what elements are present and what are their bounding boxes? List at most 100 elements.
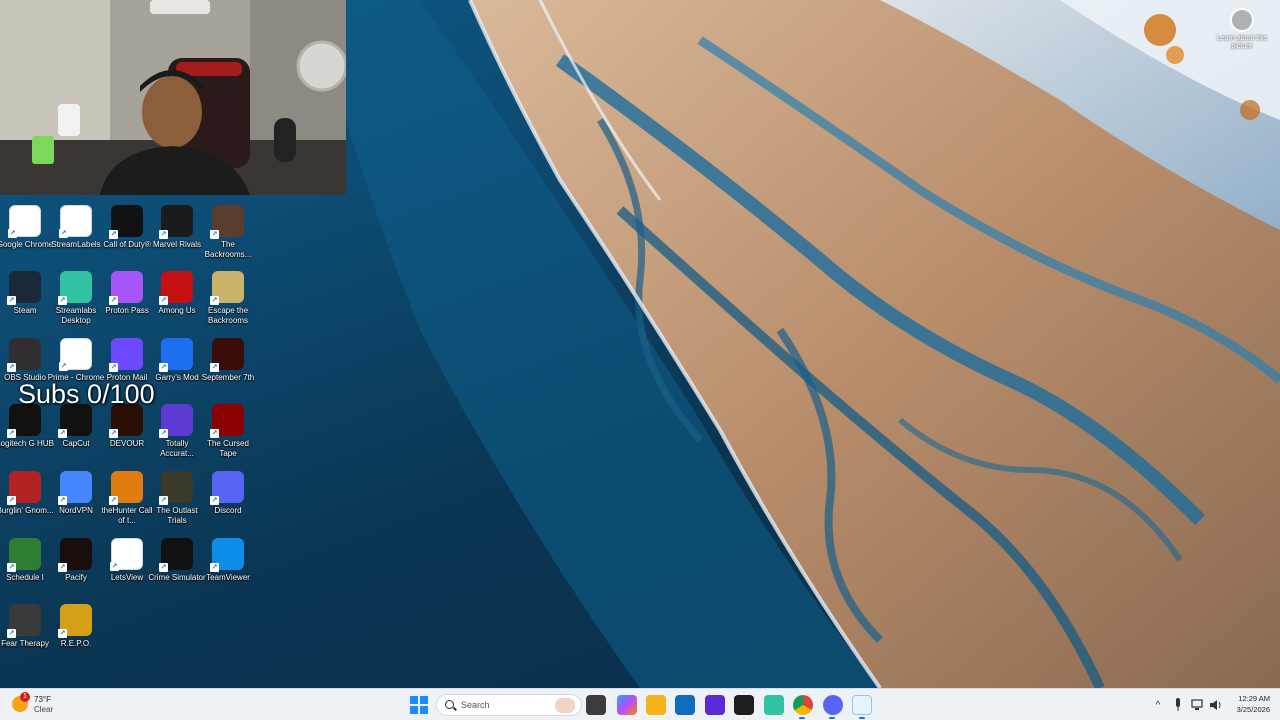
shortcut-arrow-icon: ↗ — [58, 429, 67, 438]
taskbar-clock[interactable]: 12:29 AM 3/25/2026 — [1226, 693, 1270, 715]
shortcut-arrow-icon: ↗ — [58, 629, 67, 638]
desktop-icon[interactable]: ↗ Escape the Backrooms — [203, 271, 253, 335]
fear-therapy-icon: ↗ — [7, 604, 41, 638]
desktop-icon[interactable]: ↗ Steam — [0, 271, 50, 335]
streamlabels-icon: ↗ — [59, 205, 92, 238]
webcam-scene — [0, 0, 346, 195]
desktop-icon-label: Pacify — [65, 573, 87, 582]
desktop-icon[interactable]: ↗ Pacify — [51, 538, 101, 602]
desktop-icon-label: R.E.P.O. — [60, 639, 92, 648]
desktop-icon-label: Crime Simulator — [148, 573, 206, 582]
desktop-icon[interactable]: ↗ Fear Therapy — [0, 604, 50, 668]
webcam-overlay — [0, 0, 346, 195]
shortcut-arrow-icon: ↗ — [7, 363, 16, 372]
terminal-icon[interactable] — [734, 695, 754, 715]
weather-widget[interactable]: 1 73°F Clear — [12, 692, 72, 716]
schedule-i-icon: ↗ — [7, 538, 41, 572]
start-button[interactable] — [409, 695, 429, 715]
crime-simulator-icon: ↗ — [159, 538, 193, 572]
desktop-icon[interactable]: ↗ Crime Simulator — [148, 538, 206, 602]
desktop-icon[interactable]: ↗ theHunter Call of t... — [101, 471, 153, 535]
september-7th-icon: ↗ — [210, 338, 244, 372]
microphone-icon[interactable] — [1168, 695, 1188, 715]
desktop-icon[interactable]: ↗ StreamLabels — [51, 205, 101, 269]
microsoft-store-icon[interactable] — [675, 695, 695, 715]
desktop-icon[interactable]: ↗ DEVOUR — [102, 404, 152, 468]
desktop-icon[interactable]: ↗ Streamlabs Desktop — [51, 271, 101, 335]
desktop-icon[interactable]: ↗ CapCut — [51, 404, 101, 468]
desktop-icon[interactable]: ↗ TeamViewer — [203, 538, 253, 602]
desktop-icon[interactable]: ↗ Marvel Rivals — [152, 205, 202, 269]
desktop-icon[interactable]: ↗ Among Us — [152, 271, 202, 335]
shortcut-arrow-icon: ↗ — [7, 429, 16, 438]
discord-icon: ↗ — [210, 471, 244, 505]
desktop-icon[interactable]: ↗ Logitech G HUB — [0, 404, 54, 468]
desktop-icon[interactable]: ↗ Discord — [203, 471, 253, 535]
copilot-icon[interactable] — [617, 695, 637, 715]
desktop-icon[interactable]: ↗ Call of Duty® — [102, 205, 152, 269]
desktop-icon[interactable]: ↗ Google Chrome — [0, 205, 53, 269]
proton-mail-icon: ↗ — [109, 338, 143, 372]
totally-accurate-icon: ↗ — [159, 404, 193, 438]
chrome-icon: ↗ — [59, 338, 92, 371]
desktop-icon-label: Marvel Rivals — [152, 240, 201, 249]
letsview-taskbar-icon[interactable] — [852, 695, 872, 715]
task-view-icon[interactable] — [586, 695, 606, 715]
shortcut-arrow-icon: ↗ — [109, 363, 118, 372]
desktop-icon-label: CapCut — [62, 439, 90, 448]
shortcut-arrow-icon: ↗ — [7, 629, 16, 638]
grid-app-icon[interactable] — [705, 695, 725, 715]
discord-active-indicator — [829, 717, 835, 719]
desktop-icon[interactable]: ↗ Burglin' Gnom... — [0, 471, 54, 535]
volume-icon[interactable] — [1206, 695, 1226, 715]
steam-icon: ↗ — [7, 271, 41, 305]
shortcut-arrow-icon: ↗ — [159, 563, 168, 572]
desktop-icon-label: Escape the Backrooms — [207, 306, 249, 325]
desktop-icon[interactable]: ↗ Proton Pass — [102, 271, 152, 335]
clock-date: 3/25/2026 — [1236, 705, 1270, 714]
desktop-icon[interactable]: ↗ LetsView — [102, 538, 152, 602]
desktop-icon[interactable]: ↗ Schedule I — [0, 538, 50, 602]
learn-about-icon — [1230, 8, 1254, 32]
taskbar-search-box[interactable]: Search — [436, 694, 582, 716]
streamlabs-desktop-icon: ↗ — [58, 271, 92, 305]
shortcut-arrow-icon: ↗ — [109, 429, 118, 438]
teamviewer-icon: ↗ — [210, 538, 244, 572]
chevron-up-icon: ^ — [1155, 699, 1161, 711]
show-hidden-icons-button[interactable]: ^ — [1148, 695, 1168, 715]
chrome-icon: ↗ — [8, 205, 41, 238]
desktop-icon-label: The Cursed Tape — [207, 439, 249, 458]
desktop-icon[interactable]: ↗ September 7th — [202, 338, 254, 402]
shortcut-arrow-icon: ↗ — [210, 563, 219, 572]
call-of-duty-icon: ↗ — [109, 205, 143, 239]
weather-temperature: 73°F — [34, 695, 51, 704]
desktop-icon[interactable]: ↗ Garry's Mod — [152, 338, 202, 402]
shortcut-arrow-icon: ↗ — [58, 563, 67, 572]
desktop-icon[interactable]: ↗ The Cursed Tape — [203, 404, 253, 468]
chrome-taskbar-icon[interactable] — [793, 695, 813, 715]
weather-condition: Clear — [34, 705, 54, 714]
desktop-icon-label: Totally Accurat... — [160, 439, 194, 458]
shortcut-arrow-icon: ↗ — [159, 429, 168, 438]
desktop-icon[interactable]: ↗ Totally Accurat... — [152, 404, 202, 468]
desktop-icon[interactable]: ↗ R.E.P.O. — [51, 604, 101, 668]
learn-about-picture-button[interactable]: Learn about this picture — [1214, 8, 1270, 51]
desktop-icon-label: The Outlast Trials — [156, 506, 198, 525]
network-icon[interactable] — [1188, 695, 1208, 715]
chrome-active-indicator — [799, 717, 805, 719]
escape-backrooms-icon: ↗ — [210, 271, 244, 305]
streamlabs-taskbar-icon[interactable] — [764, 695, 784, 715]
desktop-icon[interactable]: ↗ NordVPN — [51, 471, 101, 535]
desktop-icon-grid: ↗ Google Chrome ↗ StreamLabels ↗ Call of Duty… — [0, 200, 260, 670]
desktop-icon-label: Google Chrome — [0, 240, 54, 249]
desktop-icon[interactable]: ↗ The Backrooms... — [203, 205, 253, 269]
cursed-tape-icon: ↗ — [210, 404, 244, 438]
discord-taskbar-icon[interactable] — [823, 695, 843, 715]
desktop-icon[interactable]: ↗ The Outlast Trials — [152, 471, 202, 535]
desktop-icon-label: Garry's Mod — [155, 373, 199, 382]
file-explorer-icon[interactable] — [646, 695, 666, 715]
shortcut-arrow-icon: ↗ — [58, 296, 67, 305]
desktop-icon-label: NordVPN — [59, 506, 93, 515]
backrooms-icon: ↗ — [210, 205, 244, 239]
desktop-icon-label: Fear Therapy — [1, 639, 49, 648]
